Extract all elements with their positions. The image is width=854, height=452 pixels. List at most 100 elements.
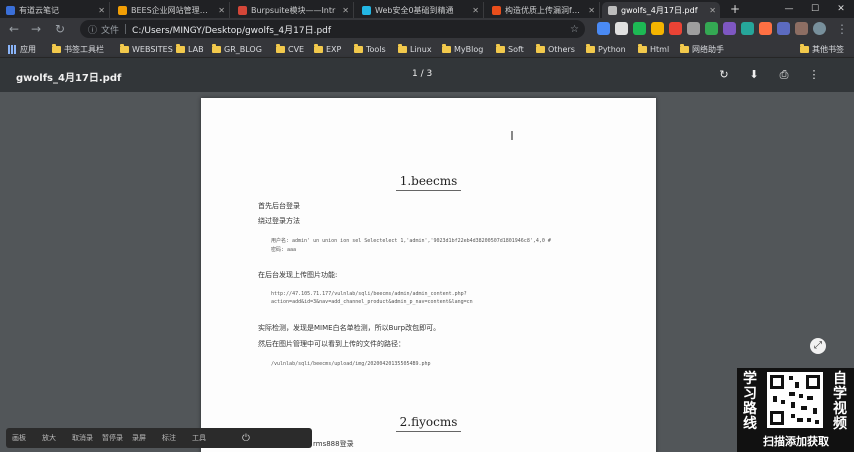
promo-left-text: 学习路线 (743, 371, 757, 432)
new-tab-button[interactable]: + (730, 2, 740, 16)
close-tab-icon[interactable]: ✕ (709, 6, 716, 15)
address-bar[interactable]: ⓘ 文件 C:/Users/MINGY/Desktop/gwolfs_4月17日… (80, 20, 585, 38)
profile-avatar[interactable] (813, 22, 826, 35)
favicon-icon (6, 5, 15, 15)
folder-icon (120, 43, 129, 53)
browser-tab[interactable]: Web安全0基础到精通 ✕ (356, 2, 484, 18)
close-tab-icon[interactable]: ✕ (342, 6, 349, 15)
bookmark-folder[interactable]: 书签工具栏 (52, 43, 104, 55)
folder-icon (586, 43, 595, 53)
doc-code: http://47.105.71.177/vulnlab/sqli/beecms… (271, 291, 467, 297)
browser-tab[interactable]: gwolfs_4月17日.pdf ✕ (602, 2, 720, 18)
recorder-item[interactable]: 画板 (12, 433, 42, 443)
forward-button[interactable]: → (28, 21, 44, 37)
extension-icon[interactable] (795, 22, 808, 35)
recorder-item[interactable]: 标注 (162, 433, 192, 443)
extension-icon[interactable] (777, 22, 790, 35)
favicon-icon (238, 5, 247, 15)
folder-icon (680, 43, 689, 53)
extension-icon[interactable] (615, 22, 628, 35)
bookmark-apps[interactable]: 应用 (8, 43, 36, 55)
bookmark-folder[interactable]: Others (536, 43, 575, 55)
browser-tab[interactable]: 构造优质上传漏洞fuzz ✕ (486, 2, 600, 18)
recorder-item[interactable]: 放大 (42, 433, 72, 443)
back-button[interactable]: ← (6, 21, 22, 37)
bookmark-folder[interactable]: MyBlog (442, 43, 483, 55)
bookmark-folder[interactable]: Linux (398, 43, 432, 55)
address-toolbar: ← → ↻ ⓘ 文件 C:/Users/MINGY/Desktop/gwolfs… (0, 18, 854, 40)
bookmark-folder[interactable]: 其他书签 (800, 43, 844, 55)
fit-page-button[interactable]: ⤢ (810, 338, 826, 354)
recorder-toolbar: 画板 放大 取消录 暂停录 录屏 标注 工具 ⏻ (6, 428, 312, 448)
more-actions-icon[interactable]: ⋮ (806, 67, 822, 83)
recorder-item[interactable]: 录屏 (132, 433, 162, 443)
extension-icon[interactable] (687, 22, 700, 35)
close-tab-icon[interactable]: ✕ (588, 6, 595, 15)
tab-title: 有道云笔记 (19, 5, 59, 15)
tab-title: Web安全0基础到精通 (375, 5, 454, 15)
extension-icon[interactable] (651, 22, 664, 35)
bookmark-folder[interactable]: GR_BLOG (212, 43, 262, 55)
page-indicator: 1 / 3 (412, 69, 433, 79)
close-tab-icon[interactable]: ✕ (218, 6, 225, 15)
browser-tab[interactable]: 有道云笔记 ✕ (0, 2, 110, 18)
bookmark-folder[interactable]: Python (586, 43, 626, 55)
bookmark-folder[interactable]: CVE (276, 43, 304, 55)
minimize-button[interactable]: — (776, 0, 802, 18)
bookmark-folder[interactable]: WEBSITES (120, 43, 173, 55)
bookmark-folder[interactable]: Tools (354, 43, 386, 55)
favicon-icon (362, 5, 371, 15)
download-icon[interactable]: ⬇ (746, 67, 762, 83)
pdf-viewer[interactable]: 1.beecms 首先后台登录 绕过登录方法 用户名: admin' un un… (0, 92, 854, 452)
tab-strip: 有道云笔记 ✕ BEES企业网站管理系统 ✕ Burpsuite模块——Intr ✕ Web… (0, 0, 854, 18)
folder-icon (442, 43, 451, 53)
extension-icon[interactable] (669, 22, 682, 35)
bookmark-folder[interactable]: EXP (314, 43, 341, 55)
url-text[interactable]: C:/Users/MINGY/Desktop/gwolfs_4月17日.pdf (132, 23, 331, 36)
doc-text: 然后在图片管理中可以看到上传的文件的路径： (258, 340, 405, 348)
promo-bottom-text: 扫描添加获取 (763, 435, 829, 448)
bookmark-star-icon[interactable]: ☆ (570, 24, 579, 35)
menu-icon[interactable]: ⋮ (834, 21, 850, 37)
extension-icon[interactable] (759, 22, 772, 35)
doc-code: /vulnlab/sqli/beecms/upload/img/20200420… (271, 361, 431, 367)
maximize-button[interactable]: ☐ (802, 0, 828, 18)
favicon-icon (118, 5, 127, 15)
recorder-item[interactable]: 工具 (192, 433, 222, 443)
recorder-item[interactable]: 暂停录 (102, 433, 132, 443)
doc-text: 在后台发现上传图片功能: (258, 271, 338, 279)
apps-icon (8, 44, 17, 54)
favicon-icon (492, 5, 501, 15)
section-title: 2.fiyocms (201, 415, 656, 432)
recorder-item[interactable]: 取消录 (72, 433, 102, 443)
print-icon[interactable]: ⎙ (776, 67, 792, 83)
text-cursor (511, 131, 513, 140)
tab-title: gwolfs_4月17日.pdf (621, 5, 698, 15)
tab-title: Burpsuite模块——Intr (251, 5, 336, 15)
close-tab-icon[interactable]: ✕ (98, 6, 105, 15)
bookmark-folder[interactable]: Html (638, 43, 669, 55)
rotate-icon[interactable]: ↻ (716, 67, 732, 83)
extension-icon[interactable] (741, 22, 754, 35)
tab-title: 构造优质上传漏洞fuzz (505, 5, 585, 15)
close-window-button[interactable]: ✕ (828, 0, 854, 18)
section-title: 1.beecms (201, 174, 656, 191)
extension-icon[interactable] (705, 22, 718, 35)
bookmark-folder[interactable]: LAB (176, 43, 204, 55)
pdf-page: 1.beecms 首先后台登录 绕过登录方法 用户名: admin' un un… (201, 98, 656, 452)
browser-tab[interactable]: Burpsuite模块——Intr ✕ (232, 2, 354, 18)
folder-icon (52, 43, 61, 53)
extension-icon[interactable] (633, 22, 646, 35)
tab-title: BEES企业网站管理系统 (131, 5, 215, 15)
reload-button[interactable]: ↻ (52, 21, 68, 37)
doc-code: action=add&id=3&nav=add_channel_product&… (271, 299, 473, 305)
bookmark-folder[interactable]: Soft (496, 43, 524, 55)
bookmark-folder[interactable]: 网络助手 (680, 43, 724, 55)
browser-tab[interactable]: BEES企业网站管理系统 ✕ (112, 2, 230, 18)
extension-icon[interactable] (597, 22, 610, 35)
extension-icon[interactable] (723, 22, 736, 35)
doc-code: 用户名: admin' un union ion sel Selectelect… (271, 238, 551, 244)
info-icon[interactable]: ⓘ (88, 23, 97, 36)
close-tab-icon[interactable]: ✕ (472, 6, 479, 15)
power-icon[interactable]: ⏻ (242, 433, 250, 444)
